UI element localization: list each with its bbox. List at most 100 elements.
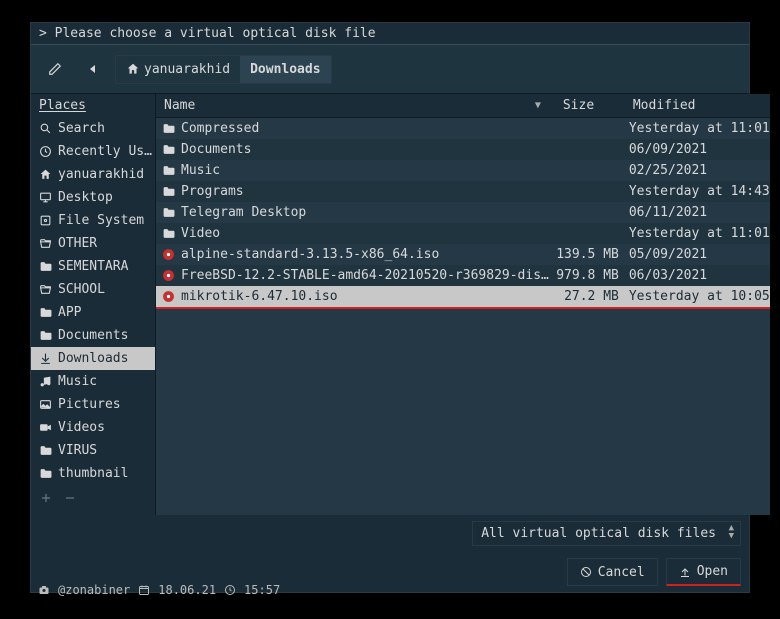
file-name: alpine-standard-3.13.5-x86_64.iso (181, 247, 439, 262)
sidebar-item-label: yanuarakhid (58, 167, 144, 182)
folder-icon (162, 143, 175, 156)
sidebar-item-virus[interactable]: VIRUS (31, 439, 155, 462)
breadcrumb-home[interactable]: yanuarakhid (116, 56, 240, 83)
file-row[interactable]: alpine-standard-3.13.5-x86_64.iso 139.5 M… (156, 244, 770, 265)
file-row[interactable]: Video Yesterday at 11:01 (156, 223, 770, 244)
cancel-button[interactable]: Cancel (567, 558, 658, 586)
file-row[interactable]: Telegram Desktop 06/11/2021 (156, 202, 770, 223)
file-modified: Yesterday at 10:05 (625, 289, 770, 304)
sidebar-item-school[interactable]: SCHOOL (31, 278, 155, 301)
folder-icon (39, 260, 52, 273)
file-name: Telegram Desktop (181, 205, 306, 220)
sidebar-item-label: Downloads (58, 351, 128, 366)
search-icon (39, 122, 52, 135)
file-modified: 06/11/2021 (625, 205, 770, 220)
sidebar-item-yanuarakhid[interactable]: yanuarakhid (31, 163, 155, 186)
sort-indicator-icon: ▼ (535, 100, 547, 111)
sidebar-header: Places (31, 94, 155, 117)
folder-icon (162, 227, 175, 240)
sidebar-item-label: Recently Us… (58, 144, 152, 159)
file-row[interactable]: FreeBSD-12.2-STABLE-amd64-20210520-r3698… (156, 265, 770, 286)
sidebar-item-documents[interactable]: Documents (31, 324, 155, 347)
home-icon (126, 62, 140, 76)
file-chooser-dialog: > Please choose a virtual optical disk f… (30, 22, 750, 593)
file-row[interactable]: mikrotik-6.47.10.iso27.2 MBYesterday at … (156, 286, 770, 309)
file-modified: Yesterday at 11:01 (625, 226, 770, 241)
open-button[interactable]: Open (666, 558, 741, 586)
file-row[interactable]: CompressedYesterday at 11:01 (156, 118, 770, 139)
sidebar-item-music[interactable]: Music (31, 370, 155, 393)
upload-icon (679, 566, 691, 578)
file-row[interactable]: ProgramsYesterday at 14:43 (156, 181, 770, 202)
cancel-icon (580, 566, 592, 578)
sidebar-item-label: thumbnail (58, 466, 128, 481)
breadcrumb-current[interactable]: Downloads (240, 56, 330, 83)
file-name: Programs (181, 184, 244, 199)
sidebar-item-videos[interactable]: Videos (31, 416, 155, 439)
back-button[interactable] (77, 53, 109, 85)
filter-label: All virtual optical disk files (481, 526, 716, 541)
file-row[interactable]: Documents06/09/2021 (156, 139, 770, 160)
sidebar-item-label: VIRUS (58, 443, 97, 458)
sidebar-item-label: SCHOOL (58, 282, 105, 297)
clock-icon (224, 584, 236, 596)
sidebar-item-label: Search (58, 121, 105, 136)
sidebar-item-other[interactable]: OTHER (31, 232, 155, 255)
column-headers: Name ▼ Size Modified (156, 94, 770, 118)
sidebar-item-recently-us-[interactable]: Recently Us… (31, 140, 155, 163)
sidebar-item-thumbnail[interactable]: thumbnail (31, 462, 155, 485)
edit-path-button[interactable] (39, 53, 71, 85)
image-icon (39, 398, 52, 411)
folder-icon (162, 206, 175, 219)
sidebar-item-file-system[interactable]: File System (31, 209, 155, 232)
file-modified: 06/03/2021 (625, 268, 770, 283)
disk-icon (39, 214, 52, 227)
status-bar: @zonabiner 18.06.21 15:57 (38, 583, 280, 597)
sidebar-item-search[interactable]: Search (31, 117, 155, 140)
folder-icon (39, 329, 52, 342)
folder-icon (162, 122, 175, 135)
sidebar-item-label: Music (58, 374, 97, 389)
home-icon (39, 168, 52, 181)
file-size: 139.5 MB (555, 247, 625, 262)
sidebar-item-label: Videos (58, 420, 105, 435)
sidebar-item-app[interactable]: APP (31, 301, 155, 324)
video-icon (39, 421, 52, 434)
file-list-pane: Name ▼ Size Modified CompressedYesterday… (156, 94, 770, 515)
pencil-icon (48, 62, 62, 76)
clock-icon (39, 145, 52, 158)
remove-bookmark-button[interactable] (63, 491, 77, 509)
sidebar-item-pictures[interactable]: Pictures (31, 393, 155, 416)
folder-icon (39, 444, 52, 457)
file-modified: 05/09/2021 (625, 247, 770, 262)
folder-open-icon (39, 283, 52, 296)
sidebar-item-label: OTHER (58, 236, 97, 251)
sidebar-item-sementara[interactable]: SEMENTARA (31, 255, 155, 278)
breadcrumb-home-label: yanuarakhid (144, 62, 230, 77)
iso-icon (162, 290, 175, 303)
folder-icon (39, 306, 52, 319)
sidebar-item-desktop[interactable]: Desktop (31, 186, 155, 209)
sidebar-actions (31, 485, 155, 515)
breadcrumb-current-label: Downloads (250, 62, 320, 77)
sidebar-item-downloads[interactable]: Downloads (31, 347, 155, 370)
file-type-filter[interactable]: All virtual optical disk files ▲▼ (472, 521, 741, 546)
file-name: Video (181, 226, 220, 241)
file-size: 979.8 MB (555, 268, 625, 283)
dialog-body: Places Search Recently Us… yanuarakhid Desk… (31, 94, 749, 515)
triangle-left-icon (88, 64, 98, 74)
dialog-title: > Please choose a virtual optical disk f… (31, 23, 749, 44)
sidebar-item-label: Documents (58, 328, 128, 343)
sidebar-item-label: SEMENTARA (58, 259, 128, 274)
cancel-label: Cancel (598, 565, 645, 580)
column-header-name[interactable]: Name ▼ (156, 94, 555, 117)
toolbar: yanuarakhid Downloads (31, 44, 749, 94)
file-row[interactable]: Music02/25/2021 (156, 160, 770, 181)
filter-row: All virtual optical disk files ▲▼ (31, 515, 749, 552)
folder-icon (39, 467, 52, 480)
column-header-size[interactable]: Size (555, 94, 625, 117)
sidebar-item-label: Pictures (58, 397, 121, 412)
add-bookmark-button[interactable] (39, 491, 53, 509)
file-rows: CompressedYesterday at 11:01Documents06/… (156, 118, 770, 515)
column-header-modified[interactable]: Modified (625, 94, 770, 117)
